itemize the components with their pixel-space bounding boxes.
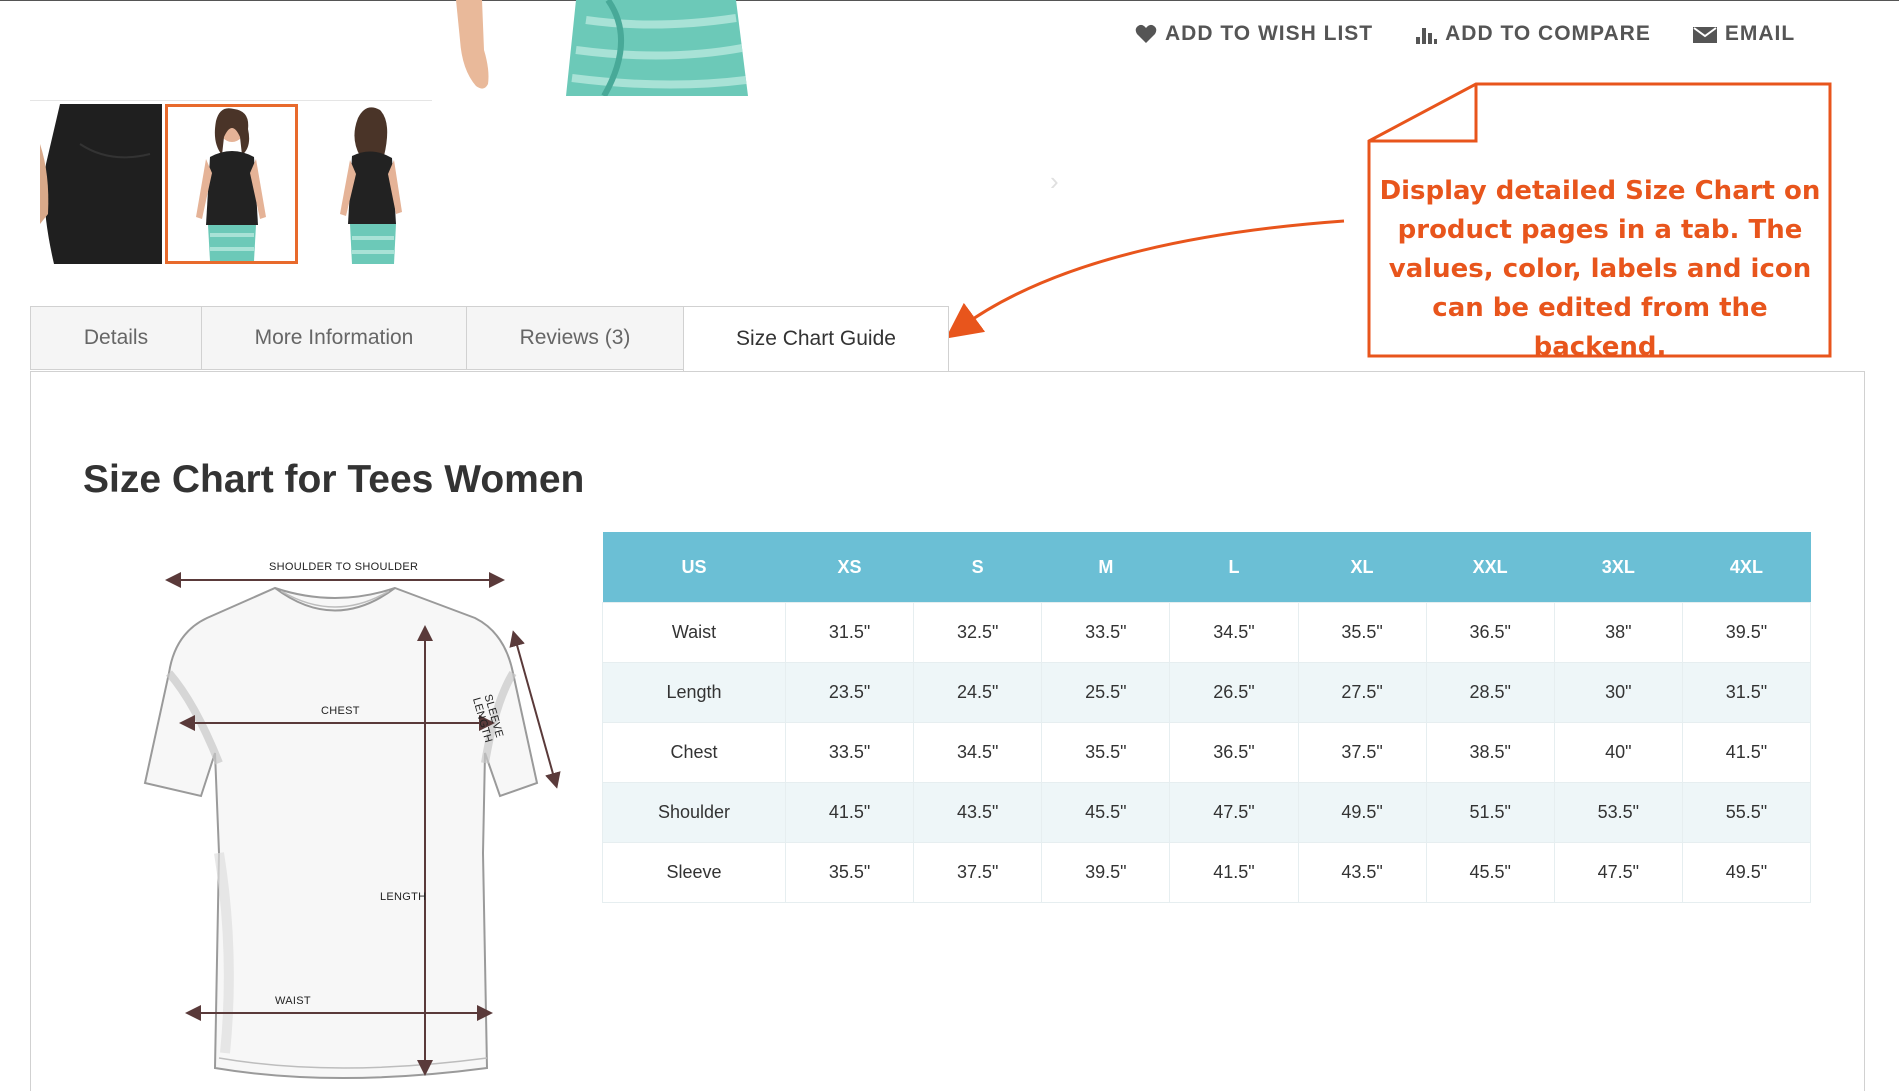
table-cell: 36.5" <box>1169 722 1299 783</box>
chest-label: CHEST <box>321 705 360 717</box>
tab-reviews[interactable]: Reviews (3) <box>466 306 683 370</box>
waist-label: WAIST <box>275 995 311 1007</box>
wishlist-label: ADD TO WISH LIST <box>1165 22 1374 45</box>
bar-chart-icon <box>1415 24 1438 44</box>
add-to-compare-link[interactable]: ADD TO COMPARE <box>1415 22 1651 46</box>
table-cell: 43.5" <box>913 782 1043 843</box>
tab-details-label: Details <box>83 326 149 349</box>
email-link[interactable]: EMAIL <box>1692 22 1796 46</box>
tab-more-information[interactable]: More Information <box>201 306 466 370</box>
column-header: L <box>1169 532 1298 603</box>
table-row: Waist 31.5" 32.5" 33.5" 34.5" 35.5" 36.5" 38" 39… <box>602 602 1812 663</box>
table-cell: 36.5" <box>1425 602 1555 663</box>
top-border <box>0 0 1899 1</box>
column-header: XL <box>1298 532 1427 603</box>
table-cell: 41.5" <box>1681 722 1812 783</box>
table-cell: 45.5" <box>1041 782 1171 843</box>
table-row: Chest 33.5" 34.5" 35.5" 36.5" 37.5" 38.5" 40" 41… <box>602 722 1812 783</box>
shirt-measurement-diagram: SHOULDER TO SHOULDER CHEST LENGTH WAIST … <box>135 553 575 1079</box>
row-label: Chest <box>602 722 786 783</box>
table-cell: 32.5" <box>913 602 1043 663</box>
table-cell: 35.5" <box>784 842 915 903</box>
tab-reviews-label: Reviews (3) <box>519 326 631 349</box>
table-header-row: US XS S M L XL XXL 3XL 4XL <box>602 532 1811 603</box>
tab-size-chart-guide-label: Size Chart Guide <box>736 327 896 350</box>
table-row: Sleeve 35.5" 37.5" 39.5" 41.5" 43.5" 45.5" 47.5… <box>602 842 1812 903</box>
product-tabs: Details More Information Reviews (3) Siz… <box>30 306 949 372</box>
table-cell: 34.5" <box>1169 602 1299 663</box>
table-cell: 53.5" <box>1553 782 1683 843</box>
size-chart-table: US XS S M L XL XXL 3XL 4XL Waist 31.5" 32.5" 33.5" 3… <box>602 532 1812 903</box>
table-cell: 30" <box>1553 662 1683 723</box>
table-cell: 49.5" <box>1297 782 1427 843</box>
row-label: Sleeve <box>602 842 786 903</box>
table-cell: 28.5" <box>1425 662 1555 723</box>
table-cell: 39.5" <box>1041 842 1171 903</box>
column-header: 4XL <box>1682 532 1811 603</box>
table-cell: 31.5" <box>1681 662 1812 723</box>
table-cell: 47.5" <box>1169 782 1299 843</box>
table-cell: 37.5" <box>913 842 1043 903</box>
table-cell: 41.5" <box>784 782 915 843</box>
table-cell: 25.5" <box>1041 662 1171 723</box>
add-to-wishlist-link[interactable]: ADD TO WISH LIST <box>1135 22 1373 46</box>
thumbnail-1[interactable] <box>40 104 162 264</box>
table-cell: 27.5" <box>1297 662 1427 723</box>
table-cell: 41.5" <box>1169 842 1299 903</box>
length-label: LENGTH <box>380 891 427 903</box>
size-chart-title: Size Chart for Tees Women <box>83 458 585 501</box>
compare-label: ADD TO COMPARE <box>1445 22 1651 45</box>
thumbnail-3[interactable] <box>320 104 420 264</box>
table-cell: 37.5" <box>1297 722 1427 783</box>
table-cell: 47.5" <box>1553 842 1683 903</box>
row-label: Length <box>602 662 786 723</box>
heart-icon <box>1135 24 1157 44</box>
table-body: Waist 31.5" 32.5" 33.5" 34.5" 35.5" 36.5" 38" 39… <box>602 602 1812 903</box>
envelope-icon <box>1692 25 1717 43</box>
table-cell: 40" <box>1553 722 1683 783</box>
column-header: XXL <box>1426 532 1555 603</box>
table-cell: 31.5" <box>784 602 915 663</box>
table-cell: 23.5" <box>784 662 915 723</box>
table-cell: 24.5" <box>913 662 1043 723</box>
table-cell: 45.5" <box>1425 842 1555 903</box>
callout-text: Display detailed Size Chart on product p… <box>1379 176 1821 362</box>
product-actions: ADD TO WISH LIST ADD TO COMPARE EMAIL <box>1135 22 1837 46</box>
tab-details[interactable]: Details <box>30 306 201 370</box>
table-cell: 49.5" <box>1681 842 1812 903</box>
table-cell: 51.5" <box>1425 782 1555 843</box>
table-cell: 43.5" <box>1297 842 1427 903</box>
column-header: S <box>913 532 1042 603</box>
table-cell: 33.5" <box>784 722 915 783</box>
table-cell: 35.5" <box>1041 722 1171 783</box>
thumbnail-2[interactable] <box>165 104 298 264</box>
column-header: 3XL <box>1554 532 1683 603</box>
row-label: Shoulder <box>602 782 786 843</box>
table-cell: 38.5" <box>1425 722 1555 783</box>
table-cell: 26.5" <box>1169 662 1299 723</box>
table-row: Length 23.5" 24.5" 25.5" 26.5" 27.5" 28.5" 30" 3… <box>602 662 1812 723</box>
email-label: EMAIL <box>1724 22 1796 45</box>
table-row: Shoulder 41.5" 43.5" 45.5" 47.5" 49.5" 51.5" 53… <box>602 782 1812 843</box>
column-header: US <box>602 532 786 603</box>
table-cell: 35.5" <box>1297 602 1427 663</box>
column-header: M <box>1041 532 1170 603</box>
table-cell: 39.5" <box>1681 602 1812 663</box>
row-label: Waist <box>602 602 786 663</box>
tab-size-chart-guide[interactable]: Size Chart Guide <box>683 306 949 372</box>
tab-more-information-label: More Information <box>254 326 414 349</box>
table-cell: 34.5" <box>913 722 1043 783</box>
table-cell: 33.5" <box>1041 602 1171 663</box>
table-cell: 55.5" <box>1681 782 1812 843</box>
column-header: XS <box>785 532 914 603</box>
thumbnail-divider <box>30 100 432 101</box>
shoulder-label: SHOULDER TO SHOULDER <box>269 561 419 573</box>
table-cell: 38" <box>1553 602 1683 663</box>
feature-callout: Display detailed Size Chart on product p… <box>1367 82 1832 362</box>
thumbnail-next-chevron-icon[interactable]: › <box>1050 166 1059 197</box>
product-main-image[interactable] <box>436 0 756 96</box>
